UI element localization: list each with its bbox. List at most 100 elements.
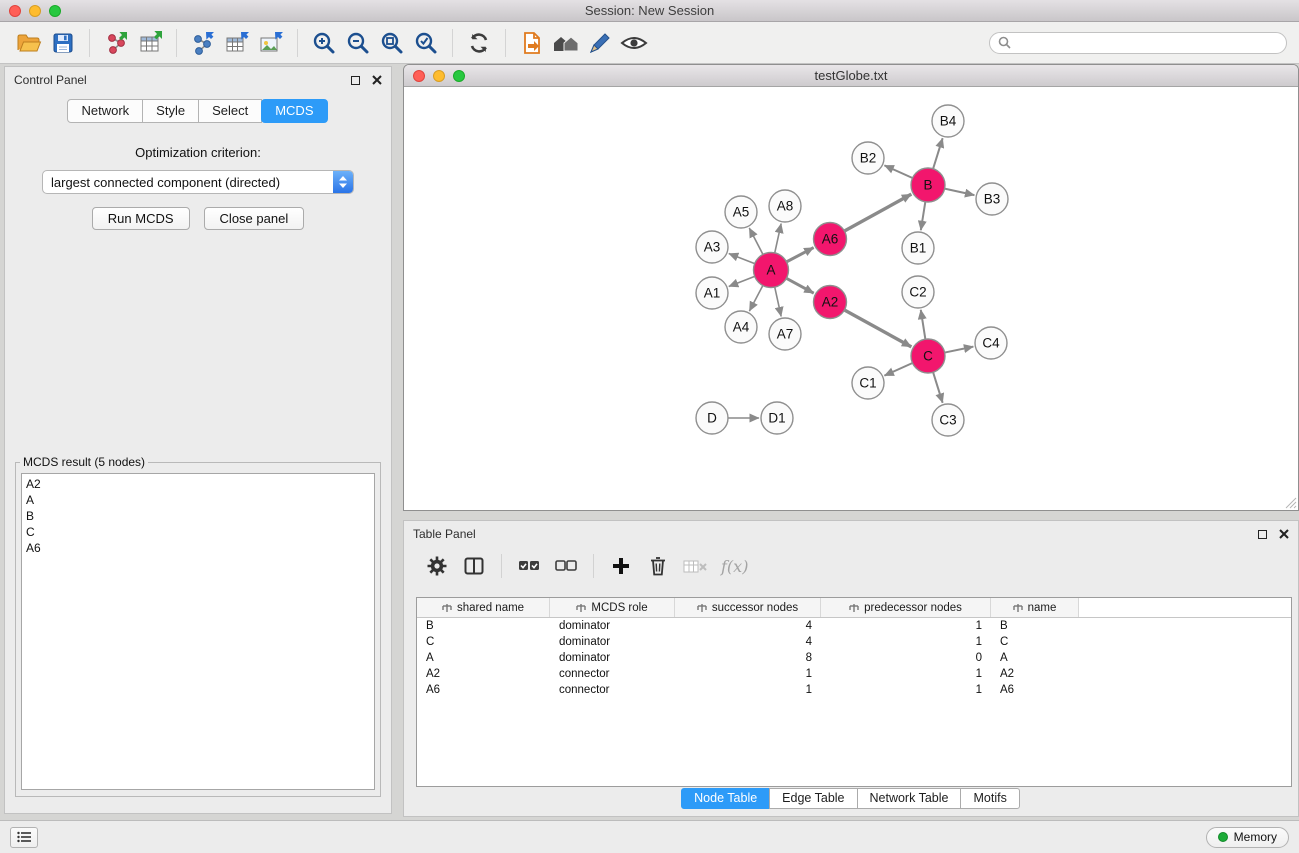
tab-network[interactable]: Network <box>67 99 143 123</box>
edge-A6-B[interactable] <box>844 194 911 231</box>
table-cell[interactable]: A2 <box>991 668 1079 680</box>
delete-table-button[interactable] <box>680 551 710 581</box>
table-row[interactable]: Bdominator41B <box>417 618 1291 634</box>
table-cell[interactable]: A6 <box>991 684 1079 696</box>
table-cell[interactable]: 4 <box>675 620 821 632</box>
mcds-result-item[interactable]: A2 <box>22 476 374 492</box>
edge-A-A8[interactable] <box>775 224 781 253</box>
zoom-window-button[interactable] <box>49 5 61 17</box>
close-window-button[interactable] <box>9 5 21 17</box>
network-graph[interactable]: B4B2BB3A8A5A6A3B1AC2A1A2A4A7C4CC1C3DD1 <box>404 87 1298 510</box>
graph-node-A3[interactable]: A3 <box>696 231 728 263</box>
close-panel-icon[interactable] <box>372 75 382 85</box>
close-panel-button[interactable]: Close panel <box>204 207 305 230</box>
delete-column-button[interactable] <box>643 551 673 581</box>
select-all-button[interactable] <box>514 551 544 581</box>
edge-A-A6[interactable] <box>786 248 813 262</box>
edge-A-A7[interactable] <box>775 287 781 316</box>
table-row[interactable]: Cdominator41C <box>417 634 1291 650</box>
table-row[interactable]: A6connector11A6 <box>417 682 1291 698</box>
table-cell[interactable]: connector <box>550 668 675 680</box>
export-network-button[interactable] <box>186 27 220 59</box>
tab-node-table[interactable]: Node Table <box>681 788 770 809</box>
task-history-button[interactable] <box>10 827 38 848</box>
table-cell[interactable]: A2 <box>417 668 550 680</box>
table-cell[interactable]: 1 <box>821 684 991 696</box>
column-header-predecessor-nodes[interactable]: predecessor nodes <box>821 598 991 617</box>
graph-node-A[interactable]: A <box>754 253 789 288</box>
graph-node-A8[interactable]: A8 <box>769 190 801 222</box>
resize-grip-icon[interactable] <box>1283 495 1297 509</box>
edge-B-B1[interactable] <box>921 202 926 230</box>
tab-style[interactable]: Style <box>142 99 199 123</box>
table-cell[interactable]: A6 <box>417 684 550 696</box>
graph-node-C2[interactable]: C2 <box>902 276 934 308</box>
mcds-result-item[interactable]: C <box>22 524 374 540</box>
run-mcds-button[interactable]: Run MCDS <box>92 207 190 230</box>
table-cell[interactable]: C <box>991 636 1079 648</box>
graph-node-B4[interactable]: B4 <box>932 105 964 137</box>
table-cell[interactable]: 1 <box>821 668 991 680</box>
optimization-criterion-select[interactable]: largest connected component (directed) <box>42 170 354 194</box>
graph-node-B1[interactable]: B1 <box>902 232 934 264</box>
show-columns-button[interactable] <box>459 551 489 581</box>
float-panel-icon[interactable] <box>1258 530 1267 539</box>
memory-button[interactable]: Memory <box>1206 827 1289 848</box>
graph-node-C1[interactable]: C1 <box>852 367 884 399</box>
graph-node-C3[interactable]: C3 <box>932 404 964 436</box>
graph-node-A2[interactable]: A2 <box>814 286 847 319</box>
apply-style-button[interactable] <box>583 27 617 59</box>
export-image-button[interactable] <box>254 27 288 59</box>
edge-C-C2[interactable] <box>921 310 926 339</box>
table-cell[interactable]: connector <box>550 684 675 696</box>
graph-node-A1[interactable]: A1 <box>696 277 728 309</box>
edge-A-A4[interactable] <box>749 285 762 311</box>
import-table-button[interactable] <box>133 27 167 59</box>
column-header-successor-nodes[interactable]: successor nodes <box>675 598 821 617</box>
mcds-result-list[interactable]: A2ABCA6 <box>21 473 375 790</box>
table-cell[interactable]: dominator <box>550 636 675 648</box>
table-cell[interactable]: A <box>991 652 1079 664</box>
tab-network-table[interactable]: Network Table <box>857 788 962 809</box>
edge-C-C4[interactable] <box>945 347 974 353</box>
table-cell[interactable]: 1 <box>675 684 821 696</box>
edge-A2-C[interactable] <box>844 310 911 347</box>
table-cell[interactable]: 8 <box>675 652 821 664</box>
table-settings-button[interactable] <box>422 551 452 581</box>
edge-A-A3[interactable] <box>729 254 755 264</box>
edge-A-A2[interactable] <box>786 278 813 293</box>
tab-motifs[interactable]: Motifs <box>960 788 1019 809</box>
table-cell[interactable]: B <box>417 620 550 632</box>
table-cell[interactable]: B <box>991 620 1079 632</box>
edge-C-C3[interactable] <box>933 372 943 403</box>
export-table-button[interactable] <box>220 27 254 59</box>
tab-select[interactable]: Select <box>198 99 262 123</box>
mcds-result-item[interactable]: B <box>22 508 374 524</box>
zoom-in-button[interactable] <box>307 27 341 59</box>
function-builder-button[interactable]: f(x) <box>717 557 748 576</box>
add-column-button[interactable] <box>606 551 636 581</box>
edge-C-C1[interactable] <box>884 363 912 376</box>
clear-selection-button[interactable] <box>551 551 581 581</box>
edge-B-B2[interactable] <box>884 165 912 178</box>
open-document-button[interactable] <box>515 27 549 59</box>
edge-B-B3[interactable] <box>945 189 975 196</box>
column-header-name[interactable]: name <box>991 598 1079 617</box>
table-cell[interactable]: 1 <box>821 620 991 632</box>
table-cell[interactable]: A <box>417 652 550 664</box>
graph-node-C4[interactable]: C4 <box>975 327 1007 359</box>
show-hide-button[interactable] <box>617 27 651 59</box>
save-session-button[interactable] <box>46 27 80 59</box>
table-row[interactable]: A2connector11A2 <box>417 666 1291 682</box>
open-session-button[interactable] <box>12 27 46 59</box>
graph-node-B3[interactable]: B3 <box>976 183 1008 215</box>
search-input[interactable] <box>1016 36 1278 50</box>
import-network-button[interactable] <box>99 27 133 59</box>
graph-node-A4[interactable]: A4 <box>725 311 757 343</box>
table-cell[interactable]: C <box>417 636 550 648</box>
tab-edge-table[interactable]: Edge Table <box>769 788 857 809</box>
table-cell[interactable]: dominator <box>550 652 675 664</box>
edge-A-A1[interactable] <box>729 276 755 286</box>
search-field[interactable] <box>989 32 1287 54</box>
zoom-fit-button[interactable] <box>375 27 409 59</box>
